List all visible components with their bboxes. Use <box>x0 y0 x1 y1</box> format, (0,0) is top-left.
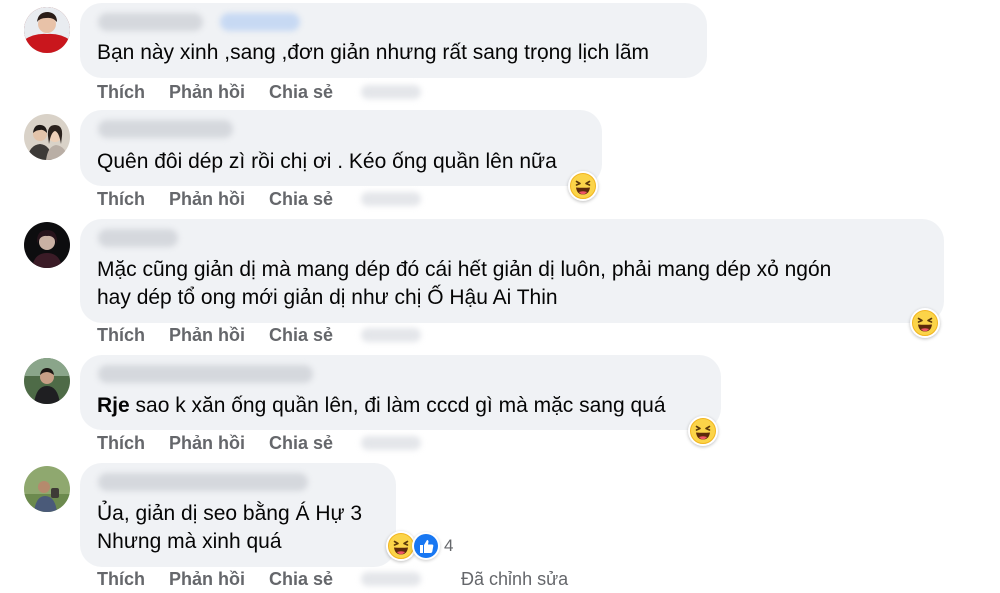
haha-reaction-icon[interactable] <box>910 308 940 338</box>
commenter-avatar[interactable] <box>24 466 70 512</box>
comment-timestamp[interactable] <box>361 436 422 450</box>
comment-text: Quên đôi dép zì rồi chị ơi . Kéo ống quầ… <box>97 150 557 173</box>
comment-bubble: Ủa, giản dị seo bằng Á Hự 3 Nhưng mà xin… <box>80 463 396 567</box>
reply-action[interactable]: Phản hồi <box>169 82 245 103</box>
like-action[interactable]: Thích <box>97 569 145 590</box>
commenter-name[interactable] <box>98 120 233 138</box>
comment-actions: Thích Phản hồi Chia sẻ Đã chỉnh sửa <box>97 567 568 591</box>
commenter-tag[interactable] <box>220 13 300 31</box>
like-reaction-icon[interactable] <box>412 532 440 560</box>
mention-tag[interactable]: Rje <box>97 394 130 417</box>
comment-text-line: hay dép tổ ong mới giản dị như chị Ố Hậu… <box>97 286 558 309</box>
commenter-name[interactable] <box>98 229 178 247</box>
haha-reaction-icon[interactable] <box>568 171 598 201</box>
commenter-avatar[interactable] <box>24 114 70 160</box>
reply-action[interactable]: Phản hồi <box>169 569 245 590</box>
share-action[interactable]: Chia sẻ <box>269 433 333 454</box>
comment-timestamp[interactable] <box>361 328 422 342</box>
commenter-avatar[interactable] <box>24 222 70 268</box>
commenter-avatar[interactable] <box>24 358 70 404</box>
comment-actions: Thích Phản hồi Chia sẻ <box>97 323 422 347</box>
reaction-count[interactable]: 4 <box>444 536 453 556</box>
like-action[interactable]: Thích <box>97 433 145 454</box>
commenter-name[interactable] <box>98 365 313 383</box>
comment-actions: Thích Phản hồi Chia sẻ <box>97 187 422 211</box>
haha-reaction-icon[interactable] <box>688 416 718 446</box>
reply-action[interactable]: Phản hồi <box>169 325 245 346</box>
comment-text-line: Mặc cũng giản dị mà mang dép đó cái hết … <box>97 258 832 281</box>
comment-text-body: sao k xăn ống quần lên, đi làm cccd gì m… <box>135 394 666 417</box>
like-action[interactable]: Thích <box>97 189 145 210</box>
comment-actions: Thích Phản hồi Chia sẻ <box>97 431 422 455</box>
comment-text-line: Ủa, giản dị seo bằng Á Hự 3 <box>97 502 363 525</box>
like-action[interactable]: Thích <box>97 325 145 346</box>
comment-timestamp[interactable] <box>361 192 422 206</box>
reply-action[interactable]: Phản hồi <box>169 189 245 210</box>
comment-bubble: Mặc cũng giản dị mà mang dép đó cái hết … <box>80 219 944 323</box>
commenter-avatar[interactable] <box>24 7 70 53</box>
share-action[interactable]: Chia sẻ <box>269 325 333 346</box>
comment-timestamp[interactable] <box>361 572 422 586</box>
share-action[interactable]: Chia sẻ <box>269 189 333 210</box>
reply-action[interactable]: Phản hồi <box>169 433 245 454</box>
share-action[interactable]: Chia sẻ <box>269 569 333 590</box>
commenter-name[interactable] <box>98 13 203 31</box>
comment-bubble: Rje sao k xăn ống quần lên, đi làm cccd … <box>80 355 721 430</box>
comment-text: Rje sao k xăn ống quần lên, đi làm cccd … <box>97 392 707 420</box>
comment-text: Bạn này xinh ,sang ,đơn giản nhưng rất s… <box>97 41 649 64</box>
comment-timestamp[interactable] <box>361 85 422 99</box>
commenter-name[interactable] <box>98 473 308 491</box>
comment-text-line: Nhưng mà xinh quá <box>97 530 282 553</box>
comment-bubble: Quên đôi dép zì rồi chị ơi . Kéo ống quầ… <box>80 110 602 186</box>
share-action[interactable]: Chia sẻ <box>269 82 333 103</box>
edited-label: Đã chỉnh sửa <box>461 568 569 589</box>
comment-bubble: Bạn này xinh ,sang ,đơn giản nhưng rất s… <box>80 3 707 78</box>
like-action[interactable]: Thích <box>97 82 145 103</box>
comment-actions: Thích Phản hồi Chia sẻ <box>97 80 422 104</box>
